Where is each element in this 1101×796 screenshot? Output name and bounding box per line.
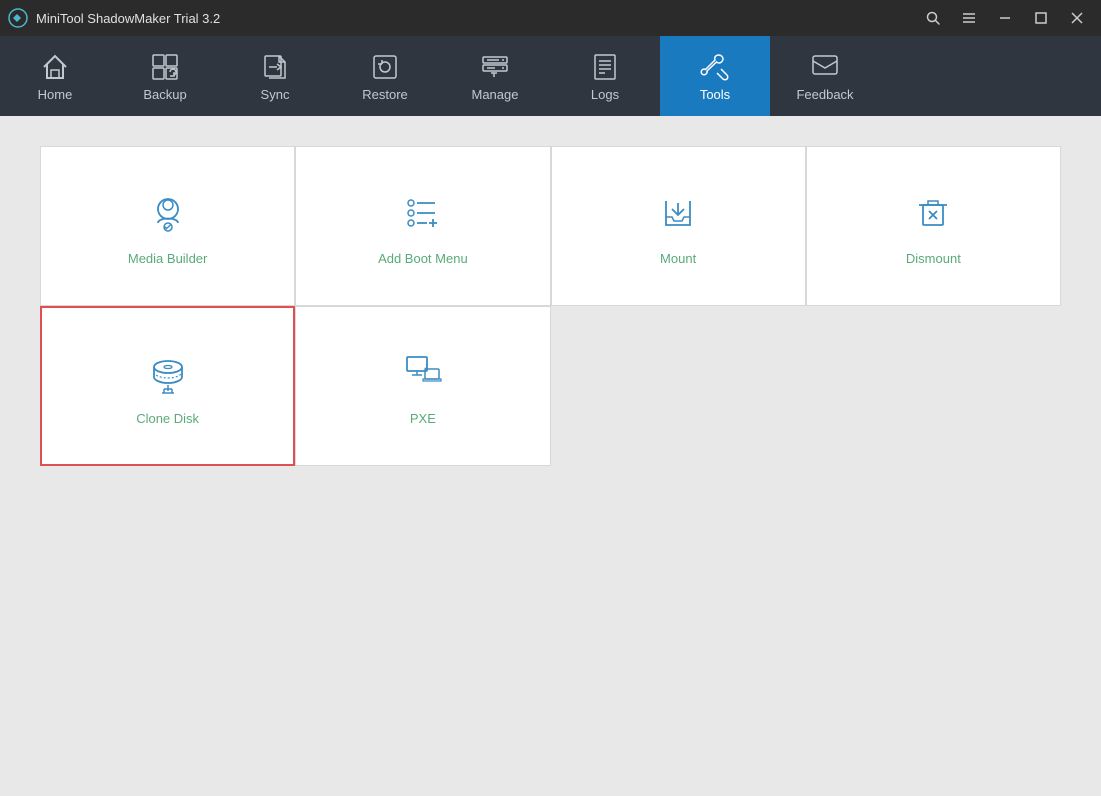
nav-tools-label: Tools xyxy=(700,87,730,102)
add-boot-menu-icon xyxy=(397,187,449,239)
tools-row-2: Clone Disk PXE xyxy=(40,306,1061,466)
nav-home[interactable]: Home xyxy=(0,36,110,116)
nav-sync[interactable]: Sync xyxy=(220,36,330,116)
tools-icon xyxy=(699,51,731,83)
app-title: MiniTool ShadowMaker Trial 3.2 xyxy=(36,11,220,26)
tool-card-mount[interactable]: Mount xyxy=(551,146,806,306)
restore-icon xyxy=(369,51,401,83)
media-builder-icon xyxy=(142,187,194,239)
empty-cell-2 xyxy=(806,306,1061,466)
empty-cell-1 xyxy=(551,306,806,466)
home-icon xyxy=(39,51,71,83)
logs-icon xyxy=(589,51,621,83)
nav-restore[interactable]: Restore xyxy=(330,36,440,116)
search-button[interactable] xyxy=(917,6,949,30)
media-builder-label: Media Builder xyxy=(128,251,208,266)
hamburger-icon xyxy=(961,10,977,26)
nav-feedback-label: Feedback xyxy=(796,87,853,102)
nav-manage[interactable]: Manage xyxy=(440,36,550,116)
pxe-label: PXE xyxy=(410,411,436,426)
tool-card-dismount[interactable]: Dismount xyxy=(806,146,1061,306)
nav-restore-label: Restore xyxy=(362,87,408,102)
clone-disk-label: Clone Disk xyxy=(136,411,199,426)
backup-icon xyxy=(149,51,181,83)
tools-row-1: Media Builder Add Boot Menu Mount xyxy=(40,146,1061,306)
tool-card-clone-disk[interactable]: Clone Disk xyxy=(40,306,295,466)
tool-card-add-boot-menu[interactable]: Add Boot Menu xyxy=(295,146,550,306)
manage-icon xyxy=(479,51,511,83)
nav-feedback[interactable]: Feedback xyxy=(770,36,880,116)
mount-label: Mount xyxy=(660,251,696,266)
nav-manage-label: Manage xyxy=(472,87,519,102)
maximize-icon xyxy=(1033,10,1049,26)
sync-icon xyxy=(259,51,291,83)
tool-card-pxe[interactable]: PXE xyxy=(295,306,550,466)
mount-icon xyxy=(652,187,704,239)
nav-logs-label: Logs xyxy=(591,87,619,102)
nav-tools[interactable]: Tools xyxy=(660,36,770,116)
search-icon xyxy=(925,10,941,26)
titlebar: MiniTool ShadowMaker Trial 3.2 xyxy=(0,0,1101,36)
nav-home-label: Home xyxy=(38,87,73,102)
minimize-button[interactable] xyxy=(989,6,1021,30)
titlebar-left: MiniTool ShadowMaker Trial 3.2 xyxy=(8,8,220,28)
dismount-label: Dismount xyxy=(906,251,961,266)
maximize-button[interactable] xyxy=(1025,6,1057,30)
dismount-icon xyxy=(907,187,959,239)
nav-sync-label: Sync xyxy=(261,87,290,102)
close-button[interactable] xyxy=(1061,6,1093,30)
pxe-icon xyxy=(397,347,449,399)
app-logo-icon xyxy=(8,8,28,28)
nav-logs[interactable]: Logs xyxy=(550,36,660,116)
tool-card-media-builder[interactable]: Media Builder xyxy=(40,146,295,306)
minimize-icon xyxy=(997,10,1013,26)
feedback-icon xyxy=(809,51,841,83)
titlebar-controls xyxy=(917,6,1093,30)
clone-disk-icon xyxy=(142,347,194,399)
navbar: Home Backup Sync Restore xyxy=(0,36,1101,116)
menu-button[interactable] xyxy=(953,6,985,30)
nav-backup[interactable]: Backup xyxy=(110,36,220,116)
add-boot-menu-label: Add Boot Menu xyxy=(378,251,468,266)
main-content: Media Builder Add Boot Menu Mount xyxy=(0,116,1101,796)
close-icon xyxy=(1069,10,1085,26)
nav-backup-label: Backup xyxy=(143,87,186,102)
